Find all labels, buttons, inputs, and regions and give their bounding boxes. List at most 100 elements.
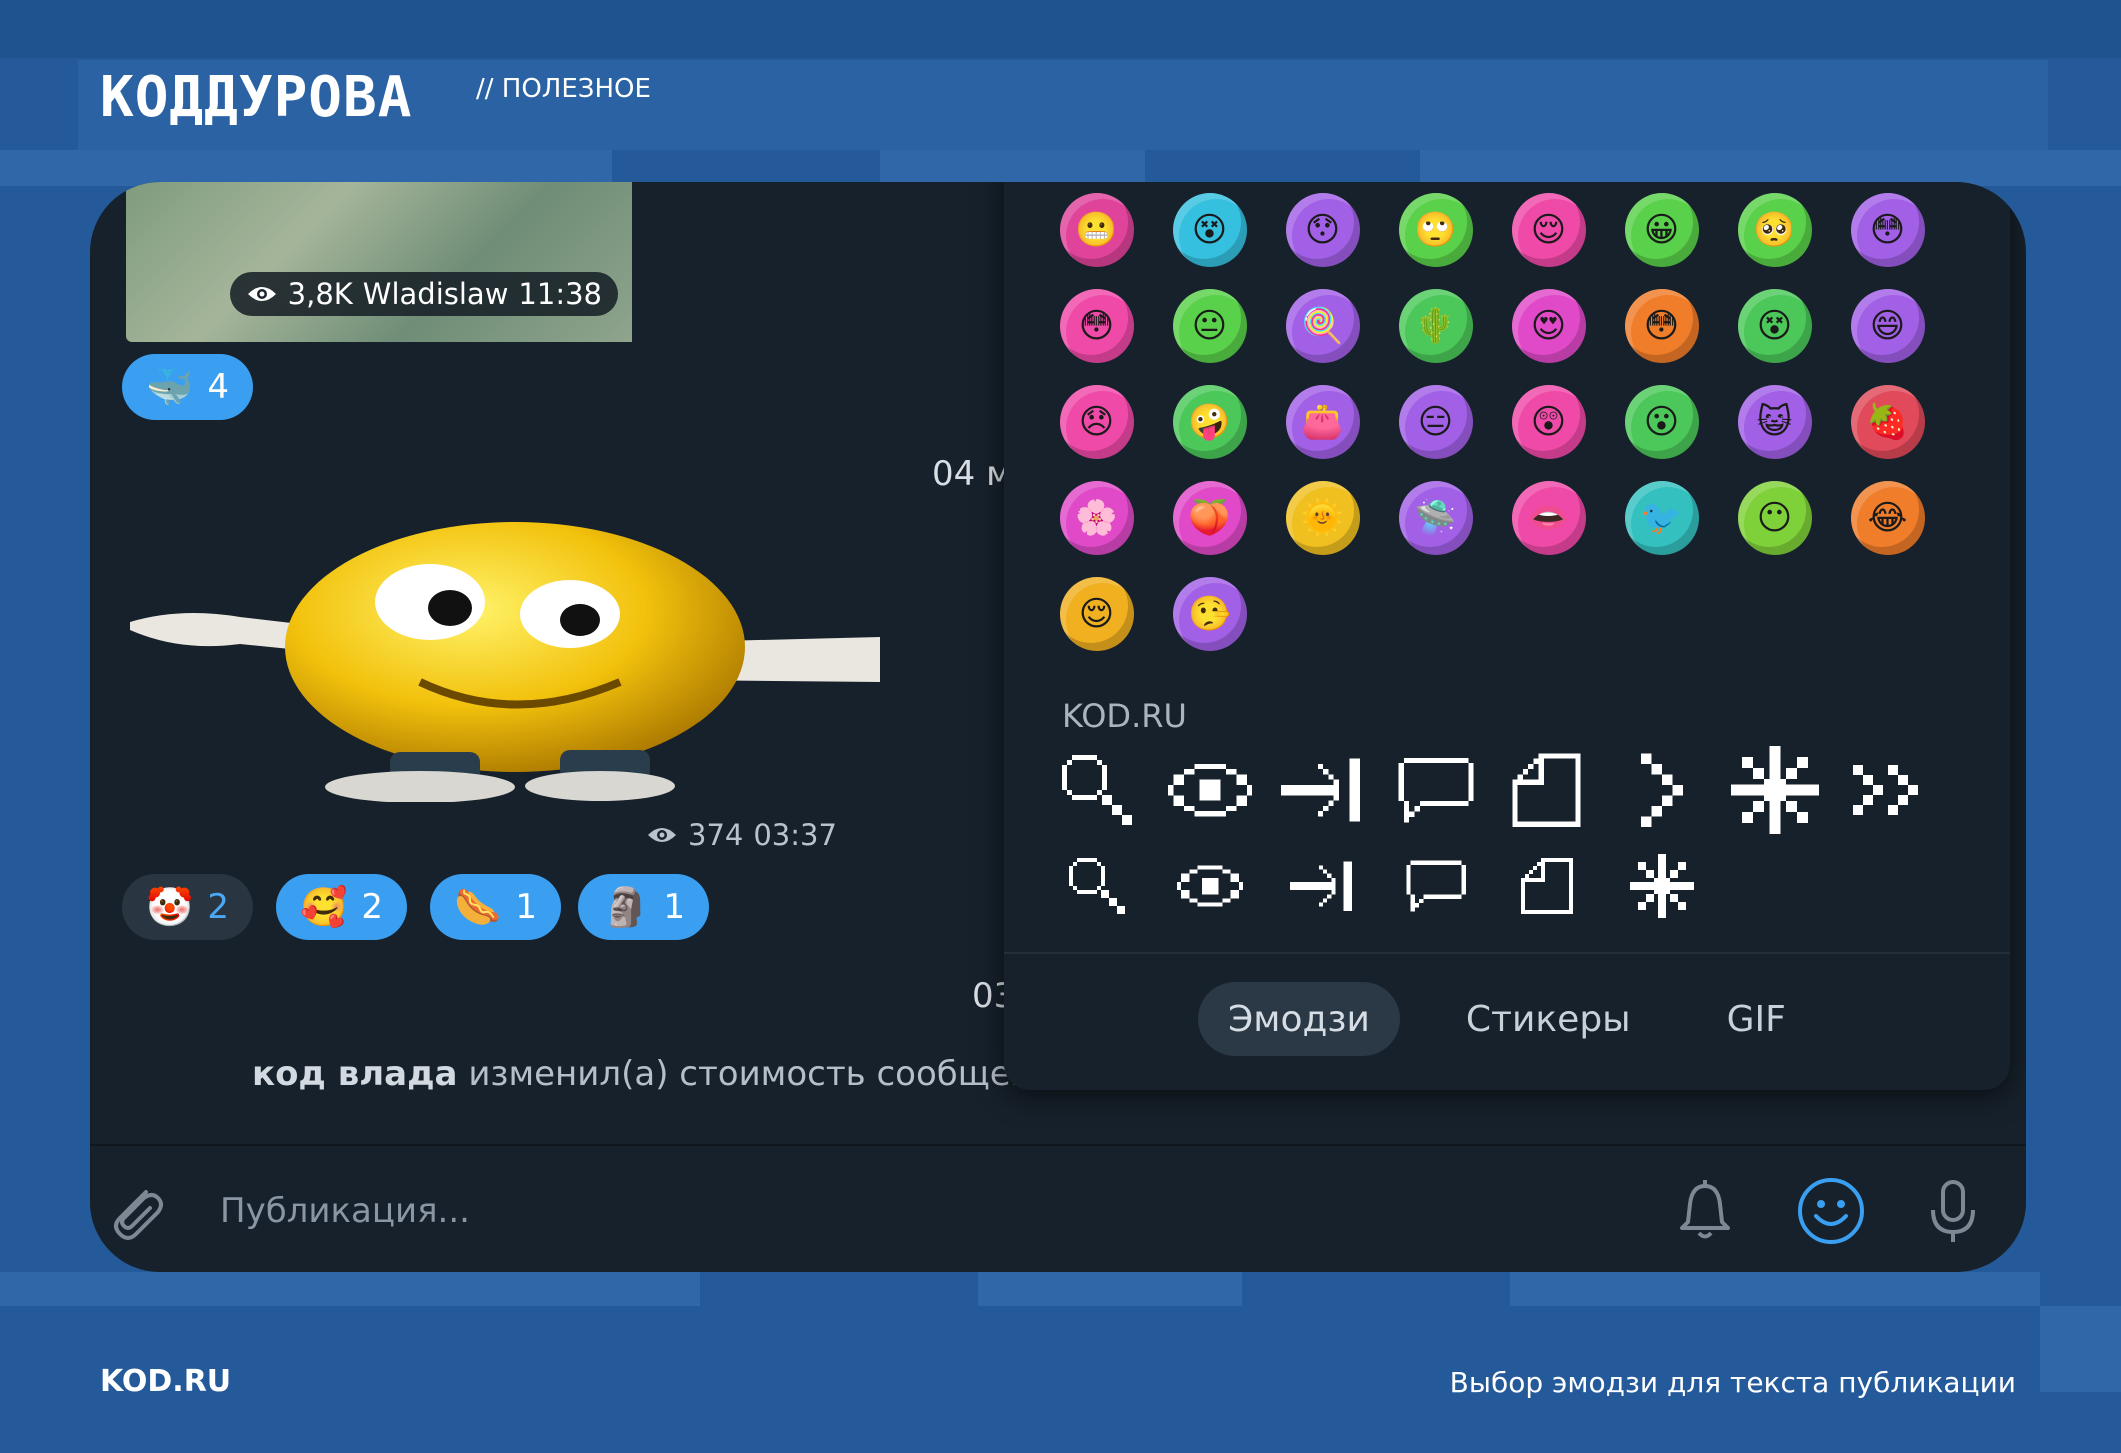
paperclip-icon[interactable]: [100, 1176, 170, 1246]
emoji-cell[interactable]: 🤪: [1153, 374, 1266, 470]
emoji-cell[interactable]: 😺: [1718, 374, 1831, 470]
reaction-count: 1: [663, 887, 685, 927]
emoji-face-icon: 😺: [1737, 385, 1812, 459]
reaction-hotdog[interactable]: 🌭 1: [430, 874, 561, 940]
tab-emoji[interactable]: Эмодзи: [1198, 982, 1400, 1056]
emoji-cell[interactable]: 😀: [1605, 182, 1718, 278]
emoji-cell[interactable]: 🌵: [1379, 278, 1492, 374]
emoji-cell[interactable]: 😳: [1831, 182, 1944, 278]
emoji-face-icon: 😳: [1624, 289, 1699, 363]
reaction-smiling-hearts[interactable]: 🥰 2: [276, 874, 407, 940]
service-message-text: изменил(а) стоимость сообщен: [468, 1054, 1033, 1094]
emoji-face-icon: 😶: [1737, 481, 1812, 555]
speech-bubble-icon[interactable]: [1379, 838, 1492, 934]
emoji-glyph: 😲: [1530, 402, 1567, 442]
emoji-glyph: 😯: [1304, 210, 1341, 250]
smile-icon[interactable]: [1796, 1176, 1866, 1246]
eye-icon[interactable]: [1153, 742, 1266, 838]
emoji-cell[interactable]: 🙄: [1379, 182, 1492, 278]
emoji-cell[interactable]: 🥺: [1718, 182, 1831, 278]
messenger-window: 3,8K Wladislaw 11:38 🐳 4 04 м 374 03:37 …: [90, 182, 2026, 1272]
emoji-cell[interactable]: 🍑: [1153, 470, 1266, 566]
emoji-glyph: 😂: [1867, 498, 1908, 538]
emoji-cell[interactable]: 😳: [1040, 278, 1153, 374]
emoji-cell[interactable]: 😮: [1605, 374, 1718, 470]
emoji-face-icon: 👄: [1511, 481, 1586, 555]
speech-bubble-icon[interactable]: [1379, 742, 1492, 838]
chevron-right-icon[interactable]: [1605, 742, 1718, 838]
emoji-glyph: 😄: [1869, 306, 1906, 346]
moai-icon: 🗿: [602, 885, 650, 929]
emoji-cell[interactable]: 😯: [1266, 182, 1379, 278]
emoji-cell[interactable]: 😳: [1605, 278, 1718, 374]
photo-message[interactable]: 3,8K Wladislaw 11:38: [126, 182, 632, 342]
bell-icon[interactable]: [1670, 1176, 1740, 1246]
double-chevron-icon[interactable]: [1831, 742, 1944, 838]
emoji-cell[interactable]: 😶: [1718, 470, 1831, 566]
background-block: [0, 150, 612, 186]
emoji-cell[interactable]: 🍭: [1266, 278, 1379, 374]
emoji-cell[interactable]: 😄: [1831, 278, 1944, 374]
emoji-cell[interactable]: 😐: [1153, 278, 1266, 374]
reaction-moai[interactable]: 🗿 1: [578, 874, 709, 940]
emoji-cell[interactable]: 🐦: [1605, 470, 1718, 566]
reaction-count: 1: [515, 887, 537, 927]
asterisk-icon[interactable]: [1605, 838, 1718, 934]
emoji-cell[interactable]: 👄: [1492, 470, 1605, 566]
emoji-face-icon: 😵: [1172, 193, 1247, 267]
emoji-face-icon: 🤥: [1172, 577, 1247, 651]
document-icon[interactable]: [1492, 742, 1605, 838]
emoji-cell[interactable]: 👛: [1266, 374, 1379, 470]
emoji-face-icon: 😌: [1511, 193, 1586, 267]
emoji-cell[interactable]: 😵: [1718, 278, 1831, 374]
background-block: [0, 1272, 700, 1306]
emoji-face-icon: 🍑: [1172, 481, 1247, 555]
emoji-cell[interactable]: 😲: [1492, 374, 1605, 470]
composer: [90, 1144, 2026, 1272]
emoji-face-icon: 😳: [1850, 193, 1925, 267]
emoji-cell[interactable]: 😌: [1492, 182, 1605, 278]
hotdog-icon: 🌭: [454, 885, 502, 929]
emoji-cell[interactable]: 😬: [1040, 182, 1153, 278]
smiley-sticker[interactable]: [120, 512, 880, 802]
reaction-clown[interactable]: 🤡 2: [122, 874, 253, 940]
eye-icon[interactable]: [1153, 838, 1266, 934]
emoji-glyph: 🍭: [1301, 306, 1344, 346]
emoji-glyph: 😍: [1530, 306, 1567, 346]
emoji-cell[interactable]: 🍓: [1831, 374, 1944, 470]
document-icon[interactable]: [1492, 838, 1605, 934]
emoji-face-icon: 🛸: [1398, 481, 1473, 555]
pixel-row-large: [1040, 742, 1944, 838]
asterisk-icon[interactable]: [1718, 742, 1831, 838]
emoji-glyph: 🤥: [1188, 594, 1231, 634]
emoji-cell[interactable]: 😂: [1831, 470, 1944, 566]
emoji-cell[interactable]: 🤥: [1153, 566, 1266, 662]
emoji-cell[interactable]: 😑: [1379, 374, 1492, 470]
emoji-cell[interactable]: 😵: [1153, 182, 1266, 278]
emoji-cell[interactable]: 😍: [1492, 278, 1605, 374]
tab-stickers[interactable]: Стикеры: [1436, 982, 1661, 1056]
reaction-whale[interactable]: 🐳 4: [122, 354, 253, 420]
footer-caption: Выбор эмодзи для текста публикации: [1449, 1366, 2016, 1399]
emoji-glyph: 🍑: [1188, 498, 1231, 538]
emoji-cell[interactable]: 🛸: [1379, 470, 1492, 566]
clown-icon: 🤡: [146, 885, 194, 929]
arrow-right-bar-icon[interactable]: [1266, 838, 1379, 934]
microphone-icon[interactable]: [1918, 1176, 1988, 1246]
smiling-hearts-icon: 🥰: [300, 885, 348, 929]
emoji-cell[interactable]: 🌞: [1266, 470, 1379, 566]
panel-tabs: Эмодзи Стикеры GIF: [1004, 982, 2010, 1056]
emoji-cell[interactable]: 😌: [1040, 566, 1153, 662]
chat-area[interactable]: 3,8K Wladislaw 11:38 🐳 4 04 м 374 03:37 …: [90, 182, 2026, 1144]
emoji-face-icon: 😵: [1737, 289, 1812, 363]
emoji-cell[interactable]: 🌸: [1040, 470, 1153, 566]
publication-input[interactable]: [220, 1176, 1620, 1246]
background-block: [1420, 150, 2121, 186]
arrow-right-bar-icon[interactable]: [1266, 742, 1379, 838]
emoji-cell[interactable]: 😞: [1040, 374, 1153, 470]
search-icon[interactable]: [1040, 742, 1153, 838]
service-message: код влада изменил(а) стоимость сообщен: [252, 1054, 1033, 1094]
emoji-panel: 😬 😵 😯 🙄 😌 😀 🥺 😳 😳 😐 🍭 🌵 😍 😳 😵 😄 😞 🤪 👛 😑 😲 😮 😺 🍓 🌸 🍑 🌞 🛸 👄 🐦 😶 😂 😌 🤥 KOD.R…: [1004, 182, 2010, 1090]
search-icon[interactable]: [1040, 838, 1153, 934]
tab-gif[interactable]: GIF: [1697, 982, 1816, 1056]
